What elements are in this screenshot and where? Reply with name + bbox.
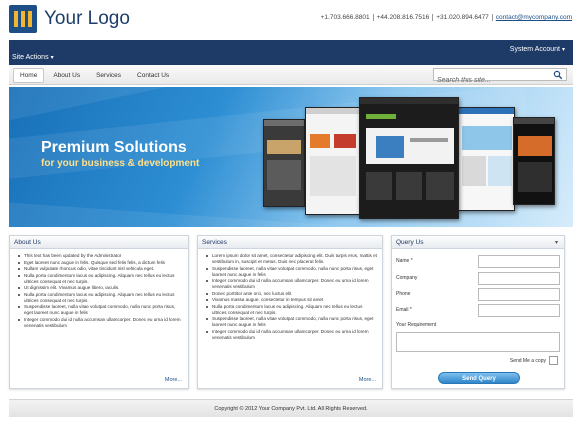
tab-home[interactable]: Home	[13, 68, 45, 83]
copyright-text: Copyright © 2012 Your Company Pvt. Ltd. …	[214, 406, 368, 412]
template-preview-image	[263, 119, 305, 207]
query-header: Query Us ▾	[392, 236, 564, 249]
main-nav: Home About Us Services Contact Us	[9, 65, 573, 86]
list-item: Nulla porta condimentum lacus eu adipisc…	[18, 292, 183, 304]
list-item: Nullam vulputate rhoncus odio, vitae tin…	[18, 266, 183, 272]
query-panel: Query Us ▾ Name * Company Phone Email * …	[391, 235, 565, 389]
list-item: Suspendisse laoreet, nulla vitae volutpa…	[206, 316, 377, 328]
chevron-down-icon: ▾	[50, 55, 54, 61]
logo-icon[interactable]	[9, 5, 37, 33]
search-box	[433, 68, 567, 86]
email-label: Email *	[396, 307, 412, 313]
phone-label: Phone	[396, 291, 411, 297]
about-more-link[interactable]: More...	[165, 377, 182, 383]
search-icon[interactable]	[553, 70, 563, 80]
list-item: Donec porttitor ante orci, nec luctus el…	[206, 291, 377, 297]
template-preview-image	[359, 97, 459, 219]
system-account-label: System Account	[509, 46, 560, 53]
collapse-caret-icon[interactable]: ▾	[555, 239, 558, 246]
template-preview-image	[305, 107, 361, 215]
logo-text[interactable]: Your Logo	[44, 8, 130, 30]
send-copy-checkbox[interactable]	[549, 356, 558, 365]
site-footer: Copyright © 2012 Your Company Pvt. Ltd. …	[9, 399, 573, 417]
about-list: This text has been updated by the Admini…	[10, 249, 188, 329]
list-item: Nulla porta condimentum lacus eu adipisc…	[18, 273, 183, 285]
name-label: Name *	[396, 258, 413, 264]
contact-strip: +1.703.666.8801 +44.208.816.7516 +31.020…	[321, 14, 575, 21]
list-item: Integer commodo dui id nulla accumsan ul…	[206, 329, 377, 341]
search-input[interactable]	[434, 75, 544, 86]
email-field[interactable]	[478, 304, 560, 317]
name-field[interactable]	[478, 255, 560, 268]
company-label: Company	[396, 275, 418, 281]
system-account-menu[interactable]: System Account ▾	[510, 46, 565, 53]
about-title: About Us	[10, 236, 188, 249]
list-item: Integer commodo dui id nulla accumsan ul…	[206, 278, 377, 290]
list-item: Lorem ipsum dolor sit amet, consectetur …	[206, 253, 377, 265]
list-item: Eget laoreet nunc augue in felis. Quisqu…	[18, 260, 183, 266]
banner-subtitle: for your business & development	[41, 158, 200, 169]
requirement-label: Your Requirement	[396, 322, 437, 328]
template-preview-image	[457, 107, 515, 211]
about-panel: About Us This text has been updated by t…	[9, 235, 189, 389]
email-link[interactable]: contact@mycompany.com	[496, 14, 575, 21]
phone-nl: +31.020.894.6477	[436, 14, 493, 21]
services-title: Services	[198, 236, 382, 249]
phone-field[interactable]	[478, 288, 560, 301]
requirement-textarea[interactable]	[396, 332, 560, 352]
hero-banner: Premium Solutions for your business & de…	[9, 87, 573, 227]
services-panel: Services Lorem ipsum dolor sit amet, con…	[197, 235, 383, 389]
site-header: Your Logo +1.703.666.8801 +44.208.816.75…	[0, 0, 582, 40]
banner-title: Premium Solutions	[41, 139, 187, 156]
chevron-down-icon: ▾	[561, 47, 565, 53]
list-item: Suspendisse laoreet, nulla vitae volutpa…	[18, 304, 183, 316]
list-item: Suspendisse laoreet, nulla vitae volutpa…	[206, 266, 377, 278]
site-actions-menu[interactable]: Site Actions ▾	[12, 54, 54, 61]
list-item: Vivamus massa augue, consectetur in temp…	[206, 297, 377, 303]
list-item: Nulla porta condimentum lacus eu adipisc…	[206, 304, 377, 316]
query-title: Query Us	[396, 239, 424, 246]
send-copy-label: Send Me a copy	[509, 358, 546, 364]
tab-contact-us[interactable]: Contact Us	[130, 68, 176, 83]
services-more-link[interactable]: More...	[359, 377, 376, 383]
list-item: Ut dignissim elit. Vivamus augue libero,…	[18, 285, 183, 291]
tab-about-us[interactable]: About Us	[46, 68, 87, 83]
send-query-button[interactable]: Send Query	[438, 372, 520, 384]
company-field[interactable]	[478, 272, 560, 285]
top-bar: System Account ▾ Site Actions ▾	[9, 40, 573, 65]
nav-tabs: Home About Us Services Contact Us	[13, 68, 176, 83]
tab-services[interactable]: Services	[89, 68, 128, 83]
phone-us: +1.703.666.8801	[321, 14, 374, 21]
site-actions-label: Site Actions	[12, 54, 49, 61]
template-preview-image	[513, 117, 555, 205]
list-item: Integer commodo dui id nulla accumsan ul…	[18, 317, 183, 329]
list-item: This text has been updated by the Admini…	[18, 253, 183, 259]
phone-uk: +44.208.816.7516	[377, 14, 434, 21]
services-list: Lorem ipsum dolor sit amet, consectetur …	[198, 249, 382, 341]
